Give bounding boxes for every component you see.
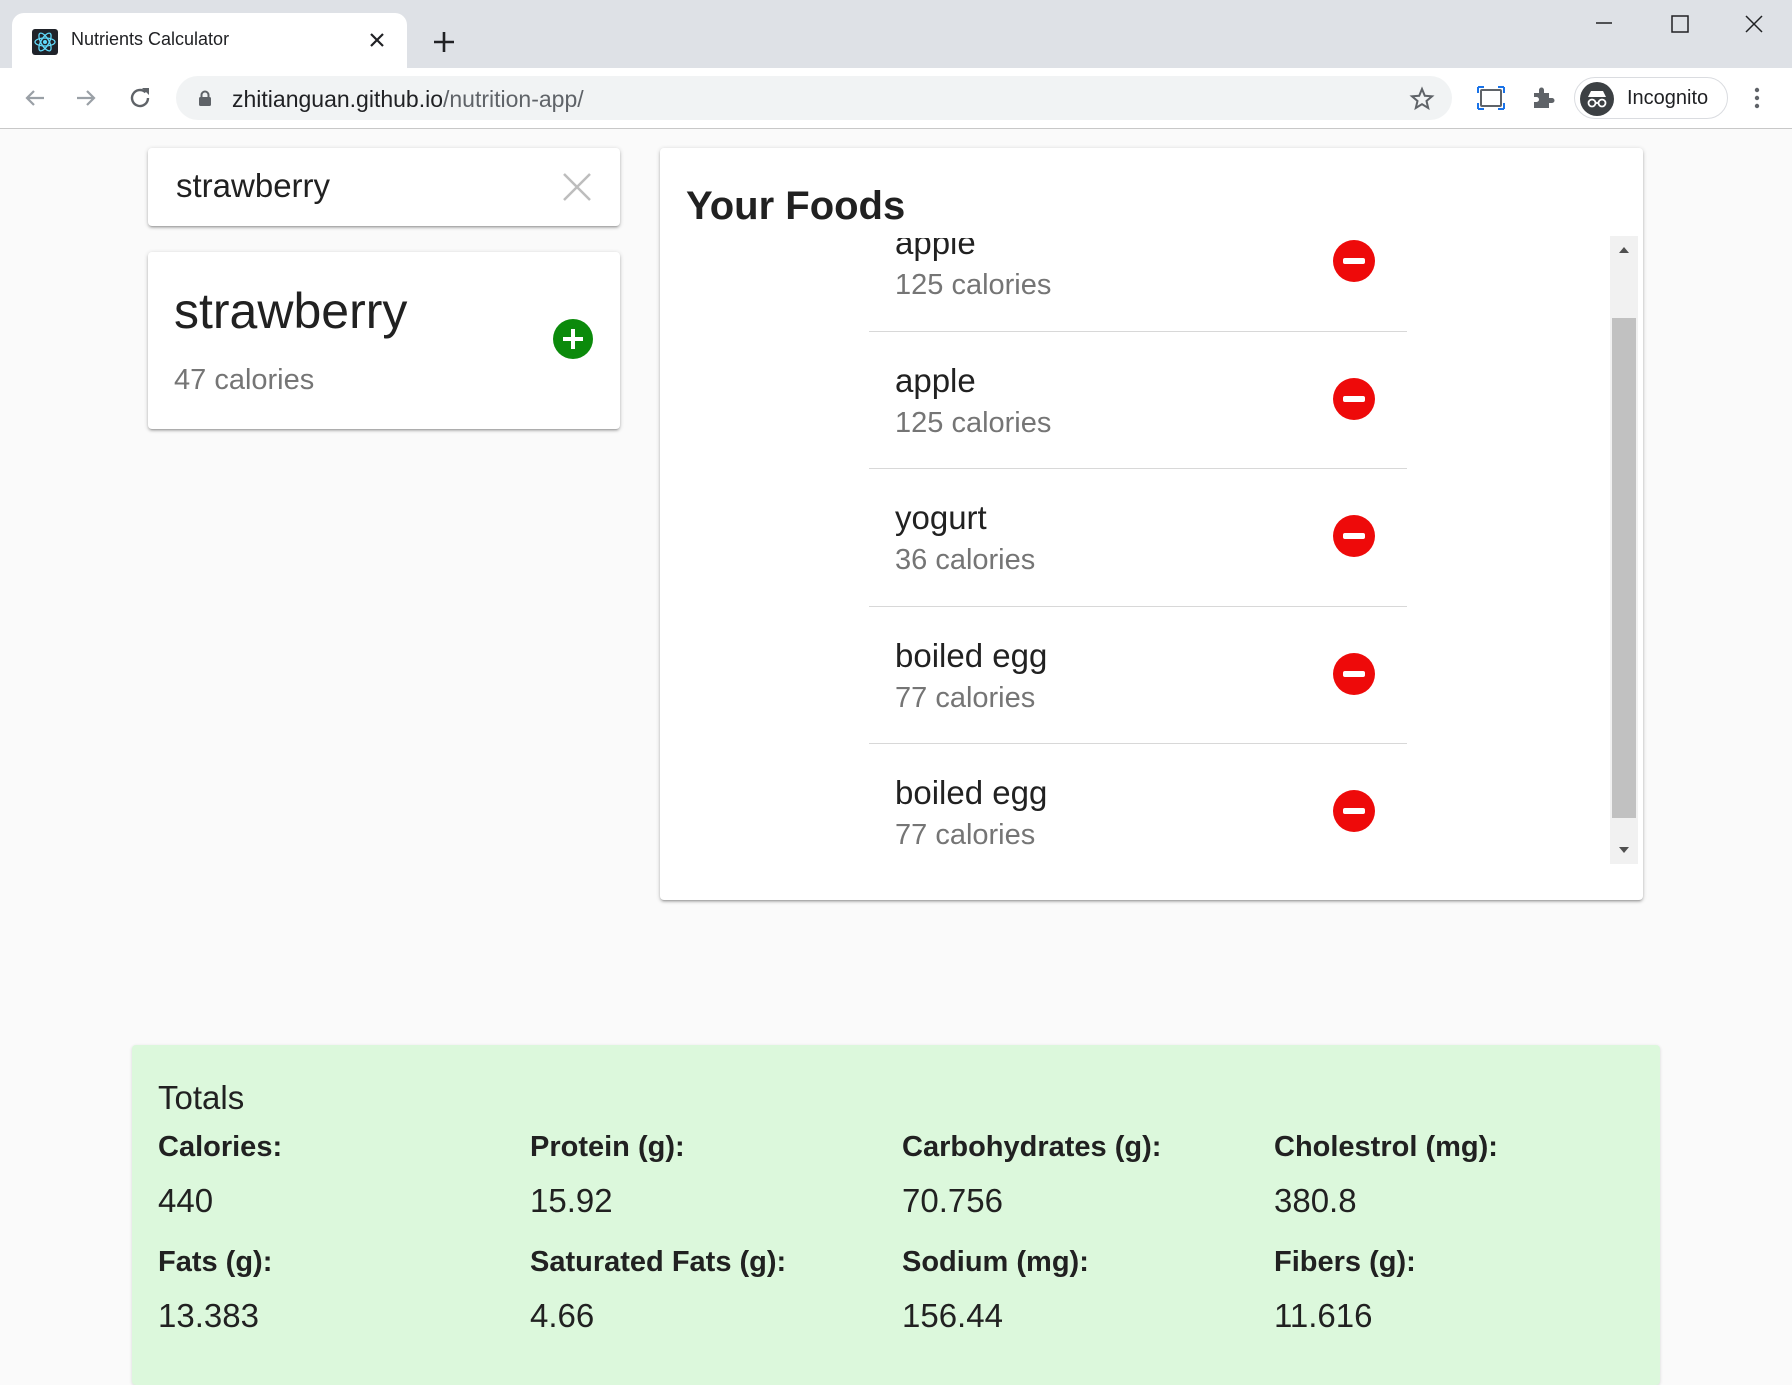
url-path: /nutrition-app/ bbox=[443, 86, 584, 112]
stat-cholesterol: Cholestrol (mg): 380.8 bbox=[1274, 1131, 1634, 1220]
puzzle-icon[interactable] bbox=[1528, 83, 1558, 113]
stat-value: 440 bbox=[158, 1182, 214, 1219]
stat-label: Fats (g): bbox=[158, 1246, 273, 1278]
food-calories: 77 calories bbox=[895, 819, 1036, 851]
stat-value: 13.383 bbox=[158, 1297, 259, 1334]
tab-title: Nutrients Calculator bbox=[71, 29, 230, 49]
totals-panel: Totals Calories: 440 Protein (g): 15.92 … bbox=[132, 1045, 1660, 1385]
plus-icon[interactable] bbox=[428, 26, 460, 58]
arrow-right-icon[interactable] bbox=[71, 83, 101, 113]
incognito-label: Incognito bbox=[1627, 87, 1709, 109]
close-window-icon[interactable] bbox=[1716, 0, 1792, 48]
lock-icon bbox=[196, 89, 214, 107]
stat-label: Sodium (mg): bbox=[902, 1246, 1089, 1278]
search-result-card: strawberry 47 calories bbox=[148, 252, 620, 429]
browser-toolbar: zhitianguan.github.io/nutrition-app/ Inc… bbox=[0, 68, 1792, 129]
react-atom-icon bbox=[32, 29, 58, 55]
your-foods-card: Your Foods apple 125 calories apple 125 … bbox=[660, 148, 1643, 900]
stat-value: 156.44 bbox=[902, 1297, 1003, 1334]
stat-label: Protein (g): bbox=[530, 1131, 685, 1163]
list-item: apple 125 calories bbox=[869, 332, 1407, 469]
scroll-down-arrow-icon[interactable] bbox=[1610, 836, 1638, 864]
remove-food-button[interactable] bbox=[1333, 240, 1375, 282]
screen-capture-icon[interactable] bbox=[1476, 83, 1506, 113]
stat-value: 380.8 bbox=[1274, 1182, 1357, 1219]
stat-label: Saturated Fats (g): bbox=[530, 1246, 787, 1278]
stat-label: Cholestrol (mg): bbox=[1274, 1131, 1498, 1163]
food-calories: 77 calories bbox=[895, 681, 1036, 714]
scroll-up-arrow-icon[interactable] bbox=[1610, 236, 1638, 264]
minimize-window-icon[interactable] bbox=[1566, 0, 1642, 48]
browser-tabstrip: Nutrients Calculator bbox=[0, 0, 1792, 68]
browser-tab[interactable]: Nutrients Calculator bbox=[12, 13, 407, 68]
stat-value: 11.616 bbox=[1274, 1297, 1373, 1334]
stat-sodium: Sodium (mg): 156.44 bbox=[902, 1246, 1262, 1335]
stat-value: 70.756 bbox=[902, 1182, 1003, 1219]
remove-food-button[interactable] bbox=[1333, 652, 1375, 695]
maximize-window-icon[interactable] bbox=[1642, 0, 1718, 48]
search-input[interactable] bbox=[174, 164, 554, 208]
stat-value: 4.66 bbox=[530, 1297, 595, 1334]
food-name: apple bbox=[895, 361, 976, 399]
arrow-left-icon[interactable] bbox=[20, 83, 50, 113]
list-item: apple 125 calories bbox=[869, 238, 1407, 332]
stat-fibers: Fibers (g): 11.616 bbox=[1274, 1246, 1634, 1335]
list-item: boiled egg 77 calories bbox=[869, 607, 1407, 744]
address-bar[interactable]: zhitianguan.github.io/nutrition-app/ bbox=[176, 76, 1452, 120]
your-foods-title: Your Foods bbox=[686, 184, 906, 228]
star-icon[interactable] bbox=[1408, 85, 1436, 113]
totals-title: Totals bbox=[158, 1079, 245, 1116]
stat-calories: Calories: 440 bbox=[158, 1131, 518, 1220]
stat-fats: Fats (g): 13.383 bbox=[158, 1246, 518, 1335]
food-list[interactable]: apple 125 calories apple 125 calories yo… bbox=[660, 238, 1643, 868]
food-calories: 125 calories bbox=[895, 406, 1052, 439]
stat-saturated-fats: Saturated Fats (g): 4.66 bbox=[530, 1246, 890, 1335]
incognito-profile-button[interactable]: Incognito bbox=[1574, 77, 1728, 119]
close-icon[interactable] bbox=[558, 168, 596, 206]
reload-icon[interactable] bbox=[125, 83, 155, 113]
remove-food-button[interactable] bbox=[1333, 515, 1375, 557]
food-name: boiled egg bbox=[895, 636, 1048, 674]
food-calories: 125 calories bbox=[895, 269, 1052, 301]
stat-label: Fibers (g): bbox=[1274, 1246, 1416, 1278]
result-food-name: strawberry bbox=[174, 283, 408, 339]
kebab-icon[interactable] bbox=[1742, 83, 1772, 113]
url-host: zhitianguan.github.io bbox=[232, 86, 443, 112]
list-item: yogurt 36 calories bbox=[869, 469, 1407, 607]
stat-value: 15.92 bbox=[530, 1182, 613, 1219]
food-name: yogurt bbox=[895, 499, 987, 536]
result-food-calories: 47 calories bbox=[174, 364, 315, 396]
search-card bbox=[148, 148, 620, 226]
remove-food-button[interactable] bbox=[1333, 790, 1375, 832]
list-item: boiled egg 77 calories bbox=[869, 744, 1407, 868]
plus-circle-icon bbox=[563, 329, 583, 349]
scrollbar-thumb[interactable] bbox=[1612, 318, 1636, 818]
remove-food-button[interactable] bbox=[1333, 377, 1375, 420]
food-name: boiled egg bbox=[895, 774, 1048, 811]
stat-label: Calories: bbox=[158, 1131, 283, 1163]
food-list-scrollbar[interactable] bbox=[1610, 236, 1638, 864]
food-calories: 36 calories bbox=[895, 544, 1036, 576]
stat-carbohydrates: Carbohydrates (g): 70.756 bbox=[902, 1131, 1262, 1220]
close-icon[interactable] bbox=[364, 27, 390, 53]
nutrition-app-page: strawberry 47 calories Your Foods apple … bbox=[0, 130, 1792, 1385]
stat-protein: Protein (g): 15.92 bbox=[530, 1131, 890, 1220]
food-name: apple bbox=[895, 238, 976, 261]
incognito-icon bbox=[1580, 82, 1614, 116]
url-text: zhitianguan.github.io/nutrition-app/ bbox=[232, 86, 584, 113]
stat-label: Carbohydrates (g): bbox=[902, 1131, 1162, 1163]
add-food-button[interactable] bbox=[553, 319, 593, 359]
